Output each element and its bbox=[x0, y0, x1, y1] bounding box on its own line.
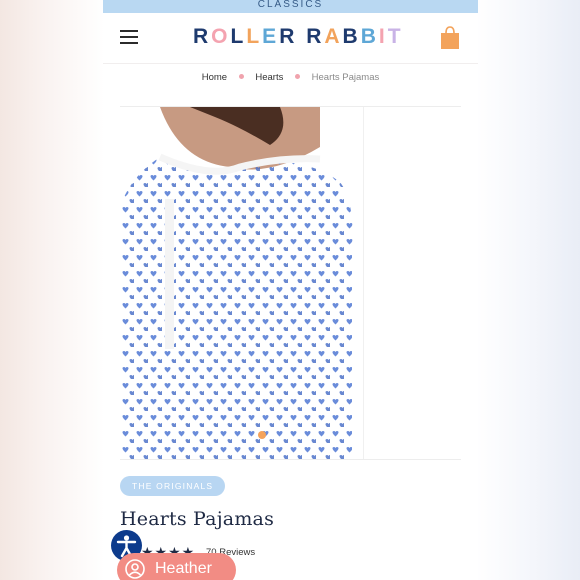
product-image-carousel[interactable] bbox=[120, 106, 462, 460]
mobile-page: CLASSICS ROLLER RABBIT Home Hearts Heart… bbox=[103, 0, 478, 580]
breadcrumb-hearts[interactable]: Hearts bbox=[255, 72, 283, 83]
logo-letter: B bbox=[360, 25, 379, 48]
promo-banner-text: CLASSICS bbox=[257, 0, 324, 10]
logo-letter: L bbox=[230, 25, 247, 48]
breadcrumb-separator bbox=[238, 74, 244, 80]
product-photo bbox=[120, 107, 363, 459]
roller-rabbit-logo[interactable]: ROLLER RABBIT bbox=[193, 25, 401, 49]
logo-letter: E bbox=[262, 25, 280, 48]
collection-badge[interactable]: THE ORIGINALS bbox=[120, 476, 226, 496]
promo-banner[interactable]: CLASSICS bbox=[103, 0, 478, 13]
site-header: ROLLER RABBIT bbox=[103, 13, 478, 64]
hamburger-menu-icon[interactable] bbox=[120, 30, 138, 44]
logo-letter: R bbox=[279, 25, 298, 48]
logo-letter: L bbox=[246, 25, 263, 48]
breadcrumb: Home Hearts Hearts Pajamas bbox=[103, 72, 478, 83]
product-title: Hearts Pajamas bbox=[120, 508, 275, 530]
logo-letter: I bbox=[378, 25, 388, 48]
user-chip[interactable]: Heather bbox=[117, 553, 236, 580]
logo-letter bbox=[297, 25, 306, 49]
logo-letter: T bbox=[387, 25, 404, 48]
next-slide-area[interactable] bbox=[363, 107, 462, 459]
user-icon bbox=[125, 559, 145, 579]
breadcrumb-home[interactable]: Home bbox=[202, 72, 227, 83]
logo-letter: A bbox=[324, 25, 343, 48]
breadcrumb-separator bbox=[295, 74, 300, 80]
user-chip-label: Heather bbox=[155, 560, 212, 577]
breadcrumb-current: Hearts Pajamas bbox=[311, 72, 380, 83]
shopping-bag-icon[interactable] bbox=[440, 26, 460, 50]
logo-letter: R bbox=[306, 25, 325, 48]
logo-letter: O bbox=[211, 25, 231, 48]
logo-letter: B bbox=[342, 25, 361, 48]
logo-letter: R bbox=[193, 25, 212, 48]
